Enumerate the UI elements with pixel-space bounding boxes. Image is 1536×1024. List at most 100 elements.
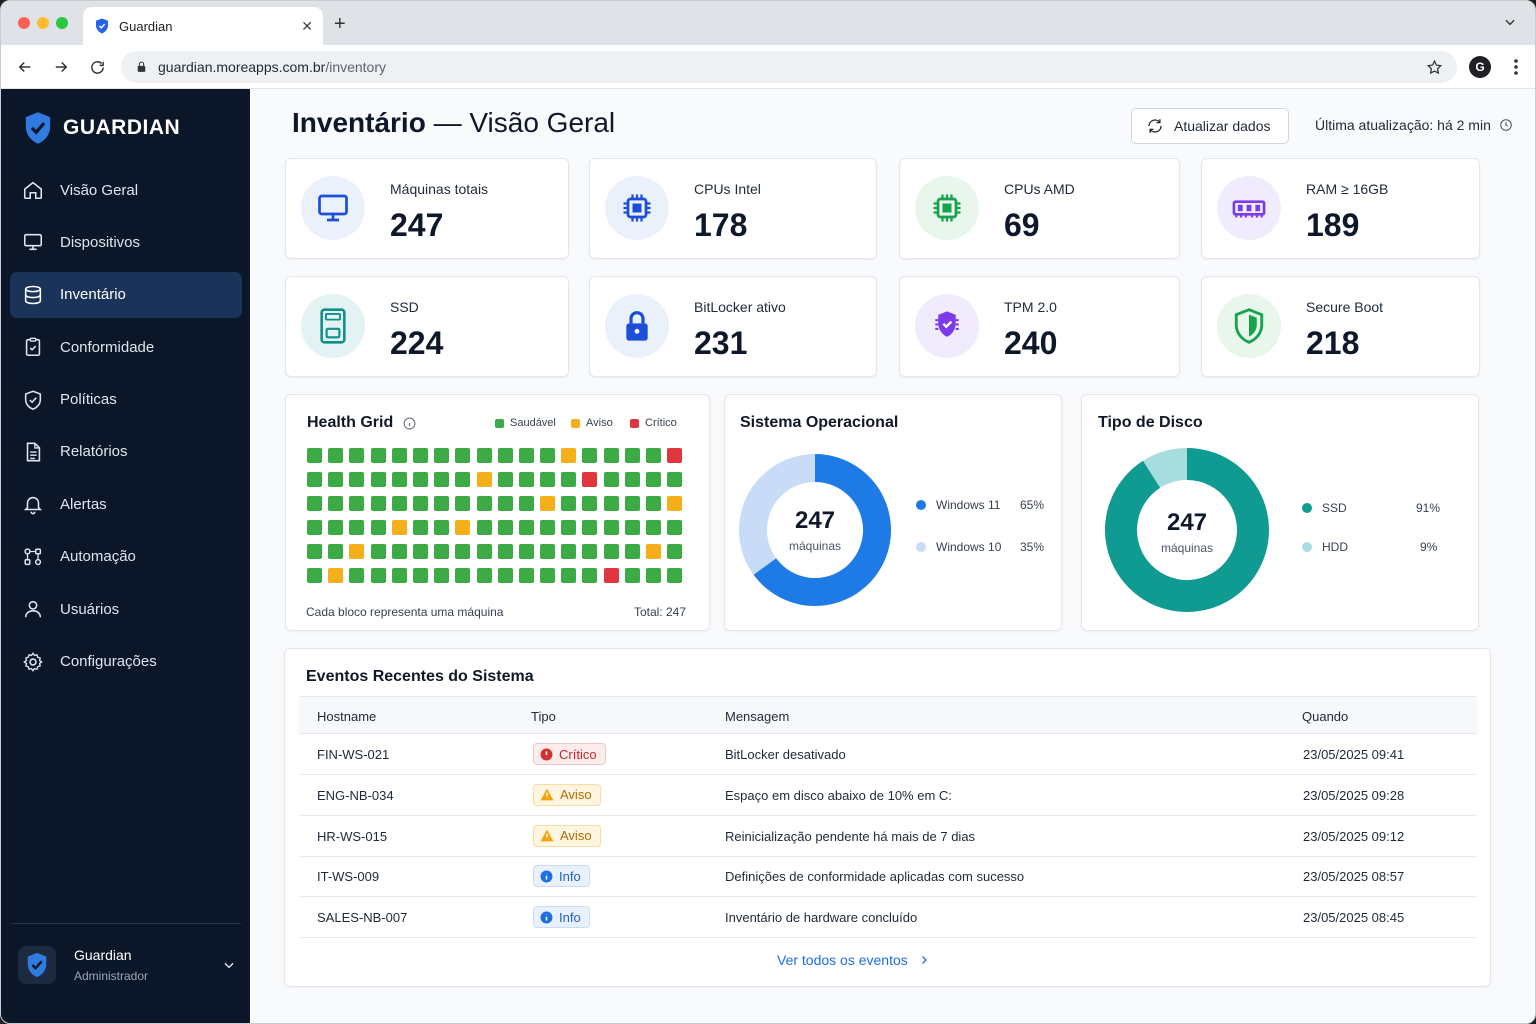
- health-cell[interactable]: [540, 544, 556, 559]
- health-cell[interactable]: [476, 520, 492, 535]
- health-cell[interactable]: [307, 520, 322, 535]
- health-cell[interactable]: [518, 496, 534, 511]
- health-cell[interactable]: [476, 448, 492, 463]
- health-cell[interactable]: [455, 520, 471, 535]
- health-cell[interactable]: [646, 544, 661, 559]
- health-cell[interactable]: [518, 520, 534, 535]
- health-cell[interactable]: [476, 496, 492, 511]
- health-cell[interactable]: [370, 568, 386, 583]
- health-cell[interactable]: [391, 448, 407, 463]
- table-row[interactable]: FIN-WS-021 Crítico BitLocker desativado 23/…: [299, 734, 1477, 775]
- health-cell[interactable]: [434, 496, 450, 511]
- health-cell[interactable]: [582, 544, 598, 559]
- health-cell[interactable]: [540, 496, 556, 511]
- bookmark-star-icon[interactable]: [1426, 59, 1443, 76]
- health-cell[interactable]: [624, 472, 640, 487]
- tab-search-chevron-icon[interactable]: [1503, 15, 1517, 29]
- sidebar-item-relatorios[interactable]: Relatórios: [10, 429, 242, 475]
- health-cell[interactable]: [412, 568, 428, 583]
- health-cell[interactable]: [582, 520, 598, 535]
- health-cell[interactable]: [518, 544, 534, 559]
- health-cell[interactable]: [328, 472, 344, 487]
- health-cell[interactable]: [328, 520, 344, 535]
- health-cell[interactable]: [603, 472, 619, 487]
- health-cell[interactable]: [518, 568, 534, 583]
- health-cell[interactable]: [412, 544, 428, 559]
- health-cell[interactable]: [307, 448, 322, 463]
- health-cell[interactable]: [561, 496, 577, 511]
- health-cell[interactable]: [307, 472, 322, 487]
- table-row[interactable]: HR-WS-015 Aviso Reinicialização pendente h…: [299, 816, 1477, 857]
- health-cell[interactable]: [540, 520, 556, 535]
- health-cell[interactable]: [307, 544, 322, 559]
- health-cell[interactable]: [582, 496, 598, 511]
- health-cell[interactable]: [391, 496, 407, 511]
- health-cell[interactable]: [370, 448, 386, 463]
- health-cell[interactable]: [455, 496, 471, 511]
- health-cell[interactable]: [603, 520, 619, 535]
- health-cell[interactable]: [624, 448, 640, 463]
- health-cell[interactable]: [434, 568, 450, 583]
- health-cell[interactable]: [349, 568, 365, 583]
- sidebar-item-usuarios[interactable]: Usuários: [10, 586, 242, 632]
- health-cell[interactable]: [518, 472, 534, 487]
- health-cell[interactable]: [455, 568, 471, 583]
- health-cell[interactable]: [328, 544, 344, 559]
- maximize-window-button[interactable]: [56, 17, 68, 29]
- health-cell[interactable]: [497, 520, 513, 535]
- health-cell[interactable]: [561, 544, 577, 559]
- see-all-events-link[interactable]: Ver todos os eventos: [777, 952, 930, 968]
- stat-card-bitlocker[interactable]: BitLocker ativo 231: [589, 276, 877, 377]
- health-cell[interactable]: [561, 568, 577, 583]
- stat-card-ram[interactable]: RAM ≥ 16GB 189: [1201, 158, 1480, 259]
- health-cell[interactable]: [561, 472, 577, 487]
- column-header-tipo[interactable]: Tipo: [531, 709, 556, 724]
- table-row[interactable]: IT-WS-009 Info Definições de conformidade …: [299, 856, 1477, 898]
- health-cell[interactable]: [455, 544, 471, 559]
- health-cell[interactable]: [603, 448, 619, 463]
- sidebar-item-inventario[interactable]: Inventário: [10, 271, 242, 318]
- health-cell[interactable]: [646, 520, 661, 535]
- health-cell[interactable]: [667, 496, 683, 511]
- health-cell[interactable]: [646, 496, 661, 511]
- health-cell[interactable]: [497, 472, 513, 487]
- new-tab-button[interactable]: +: [334, 13, 346, 36]
- health-cell[interactable]: [476, 472, 492, 487]
- health-cell[interactable]: [412, 472, 428, 487]
- health-cell[interactable]: [646, 568, 661, 583]
- health-cell[interactable]: [667, 472, 683, 487]
- health-cell[interactable]: [624, 568, 640, 583]
- browser-tab[interactable]: Guardian ✕: [83, 7, 323, 45]
- health-cell[interactable]: [497, 496, 513, 511]
- health-cell[interactable]: [370, 472, 386, 487]
- health-cell[interactable]: [603, 544, 619, 559]
- sidebar-item-alertas[interactable]: Alertas: [10, 481, 242, 527]
- health-cell[interactable]: [582, 448, 598, 463]
- chevron-down-icon[interactable]: [222, 958, 236, 972]
- profile-avatar[interactable]: G: [1469, 56, 1491, 78]
- health-cell[interactable]: [391, 472, 407, 487]
- health-cell[interactable]: [434, 544, 450, 559]
- health-cell[interactable]: [540, 472, 556, 487]
- stat-card-secure-boot[interactable]: Secure Boot 218: [1201, 276, 1480, 377]
- sidebar-item-dispositivos[interactable]: Dispositivos: [10, 219, 242, 265]
- health-cell[interactable]: [582, 568, 598, 583]
- health-cell[interactable]: [497, 568, 513, 583]
- health-cell[interactable]: [561, 520, 577, 535]
- health-cell[interactable]: [540, 448, 556, 463]
- sidebar-item-configuracoes[interactable]: Configurações: [10, 639, 242, 685]
- health-cell[interactable]: [349, 496, 365, 511]
- stat-card-maquinas[interactable]: Máquinas totais 247: [285, 158, 569, 259]
- url-field[interactable]: guardian.moreapps.com.br/inventory: [121, 51, 1457, 83]
- health-cell[interactable]: [582, 472, 598, 487]
- more-menu-icon[interactable]: [1513, 57, 1519, 77]
- health-cell[interactable]: [370, 520, 386, 535]
- table-row[interactable]: SALES-NB-007 Info Inventário de hardware c…: [299, 897, 1477, 939]
- reload-button[interactable]: [87, 57, 107, 77]
- health-cell[interactable]: [349, 448, 365, 463]
- health-cell[interactable]: [307, 496, 322, 511]
- sidebar-item-conformidade[interactable]: Conformidade: [10, 324, 242, 370]
- health-cell[interactable]: [412, 496, 428, 511]
- health-cell[interactable]: [646, 472, 661, 487]
- health-cell[interactable]: [603, 496, 619, 511]
